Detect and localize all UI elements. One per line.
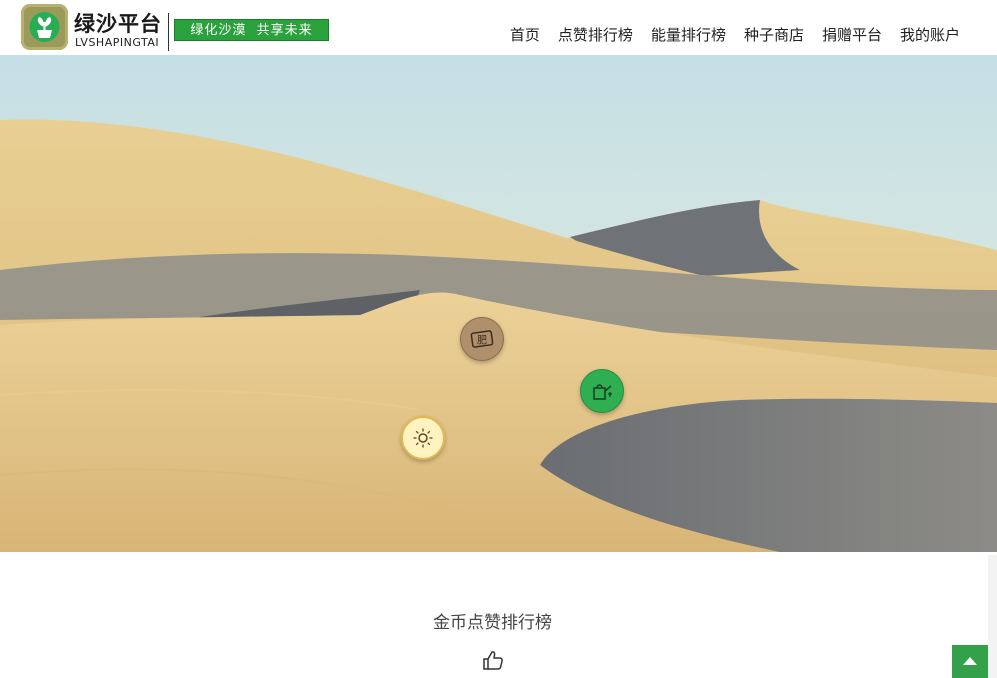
nav-home[interactable]: 首页 — [510, 24, 540, 45]
thumbs-up-icon[interactable] — [482, 649, 504, 671]
fertilizer-icon: 肥 — [470, 330, 494, 348]
fertilizer-label: 肥 — [477, 335, 487, 347]
sun-icon — [413, 428, 433, 448]
hero-desert-banner: 肥 — [0, 55, 997, 552]
watering-button[interactable] — [580, 369, 624, 413]
nav-my-account[interactable]: 我的账户 — [900, 24, 960, 45]
slogan-badge: 绿化沙漠 共享未来 — [174, 19, 329, 41]
nav-donation-platform[interactable]: 捐赠平台 — [822, 24, 882, 45]
brand-divider — [168, 13, 169, 51]
main-nav: 首页 点赞排行榜 能量排行榜 种子商店 捐赠平台 我的账户 — [510, 24, 960, 45]
brand-subtitle: LVSHAPINGTAI — [75, 36, 160, 49]
back-to-top-button[interactable] — [952, 645, 988, 678]
scrollbar[interactable] — [988, 555, 997, 678]
like-ranking-title: 金币点赞排行榜 — [433, 613, 552, 633]
chevron-up-icon — [963, 657, 977, 665]
site-header: 绿沙平台 LVSHAPINGTAI 绿化沙漠 共享未来 首页 点赞排行榜 能量排… — [0, 0, 997, 55]
nav-like-ranking[interactable]: 点赞排行榜 — [558, 24, 633, 45]
desert-landscape-image — [0, 55, 997, 552]
watering-can-icon — [593, 384, 612, 400]
sunlight-button[interactable] — [401, 416, 445, 460]
nav-energy-ranking[interactable]: 能量排行榜 — [651, 24, 726, 45]
fertilizer-button[interactable]: 肥 — [460, 317, 504, 361]
nav-seed-shop[interactable]: 种子商店 — [744, 24, 804, 45]
logo-icon[interactable] — [21, 4, 68, 50]
brand-name: 绿沙平台 — [74, 12, 162, 36]
